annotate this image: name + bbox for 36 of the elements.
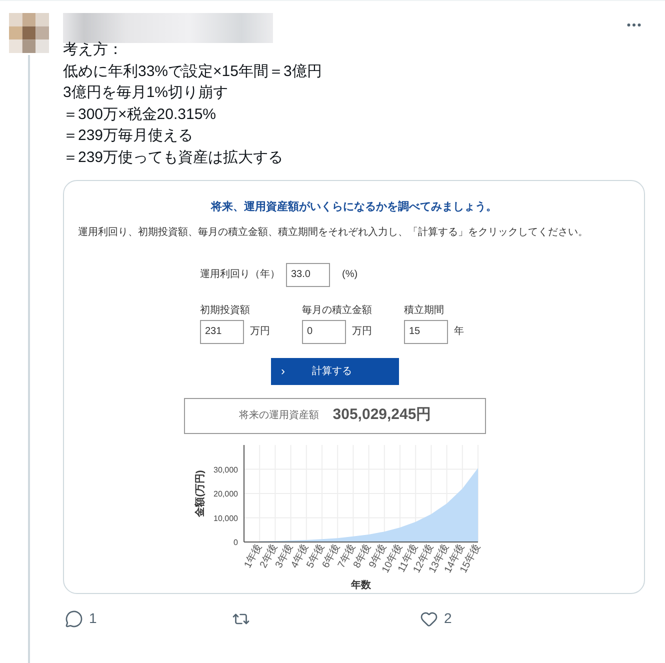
attached-screenshot[interactable] xyxy=(63,180,645,594)
post-text-line: ＝239万使っても資産は拡大する xyxy=(63,148,284,168)
calculator-heading: 将来、運用資産額がいくらになるかを調べてみましょう。 xyxy=(211,200,497,215)
field-label: 毎月の積立金額 xyxy=(302,304,373,318)
chevron-icon: › xyxy=(281,362,285,380)
y-tick-label: 20,000 xyxy=(214,489,238,498)
y-tick-label: 0 xyxy=(234,538,238,546)
reply-button[interactable]: 1 xyxy=(65,608,232,629)
post-text-line: 3億円を毎月1%切り崩す xyxy=(63,83,230,103)
input-field[interactable]: 231 xyxy=(200,320,244,344)
unit-label: (%) xyxy=(342,268,358,282)
post-text-line: 考え方： xyxy=(63,40,124,60)
calculate-button[interactable]: › 計算する xyxy=(271,358,399,384)
unit-label: 万円 xyxy=(352,325,372,339)
input-field[interactable]: 0 xyxy=(302,320,346,344)
field-label: 初期投資額 xyxy=(200,304,251,318)
result-label: 将来の運用資産額 xyxy=(238,408,319,423)
input-field[interactable]: 33.0 xyxy=(286,262,330,286)
calculator-instruction: 運用利回り、初期投資額、毎月の積立金額、積立期間をそれぞれ入力し、「計算する」をクリックしてください。 xyxy=(78,226,588,240)
input-field[interactable]: 15 xyxy=(404,320,448,344)
y-tick-label: 30,000 xyxy=(214,464,238,474)
field-label: 運用利回り（年） xyxy=(200,268,280,282)
like-button[interactable]: 2 xyxy=(420,608,520,629)
unit-label: 万円 xyxy=(250,325,270,339)
y-tick-label: 10,000 xyxy=(214,513,238,522)
reply-icon xyxy=(65,610,83,628)
post-text-line: 低めに年利33%で設定×15年間＝3億円 xyxy=(63,62,323,82)
avatar[interactable] xyxy=(8,13,48,53)
field-label: 積立期間 xyxy=(404,304,445,318)
y-axis-title: 金額(万円) xyxy=(195,470,206,516)
result-value: 305,029,245円 xyxy=(332,405,432,426)
x-axis-title: 年数 xyxy=(351,580,371,590)
post-text-line: ＝300万×税金20.315% xyxy=(63,104,218,124)
post-text-line: ＝239万毎月使える xyxy=(63,126,194,146)
like-icon xyxy=(420,610,438,628)
unit-label: 年 xyxy=(454,325,464,339)
